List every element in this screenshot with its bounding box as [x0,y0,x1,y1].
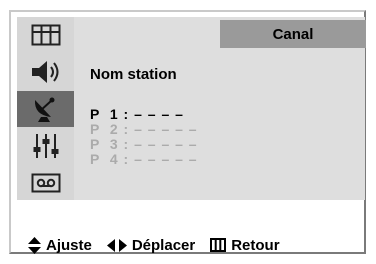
tv-osd-screen: Canal Nom station P 1 : – – – – P 2 : – … [0,0,376,264]
satellite-dish-icon [31,95,61,123]
sidebar-item-picture[interactable] [17,17,74,53]
help-bar: Ajuste Déplacer Retour [28,233,280,257]
station-item-p3[interactable]: P 3 : – – – – – [90,137,198,152]
return-label: Retour [231,236,280,254]
sidebar-item-setup[interactable] [17,128,74,164]
hint-return: Retour [210,236,280,254]
menu-title: Canal [220,20,366,48]
station-item-p1[interactable]: P 1 : – – – – [90,107,198,122]
left-right-arrows-icon [106,238,132,252]
sidebar [17,17,74,200]
menu-grid-icon [210,238,231,252]
section-heading: Nom station [90,66,177,83]
hint-move: Déplacer [106,236,196,254]
sidebar-item-sound[interactable] [17,54,74,90]
station-item-p4[interactable]: P 4 : – – – – – [90,152,198,167]
adjust-label: Ajuste [46,236,92,254]
sidebar-item-channel[interactable] [17,91,74,127]
up-down-arrows-icon [28,236,46,254]
station-item-p2[interactable]: P 2 : – – – – – [90,122,198,137]
move-label: Déplacer [131,236,196,254]
picture-icon [31,24,61,46]
equalizer-icon [32,132,60,160]
hint-adjust: Ajuste [28,236,92,254]
tape-icon [31,172,61,194]
station-list: P 1 : – – – – P 2 : – – – – – P 3 : – – … [90,107,198,167]
sound-icon [30,59,62,85]
sidebar-item-tape[interactable] [17,165,74,201]
